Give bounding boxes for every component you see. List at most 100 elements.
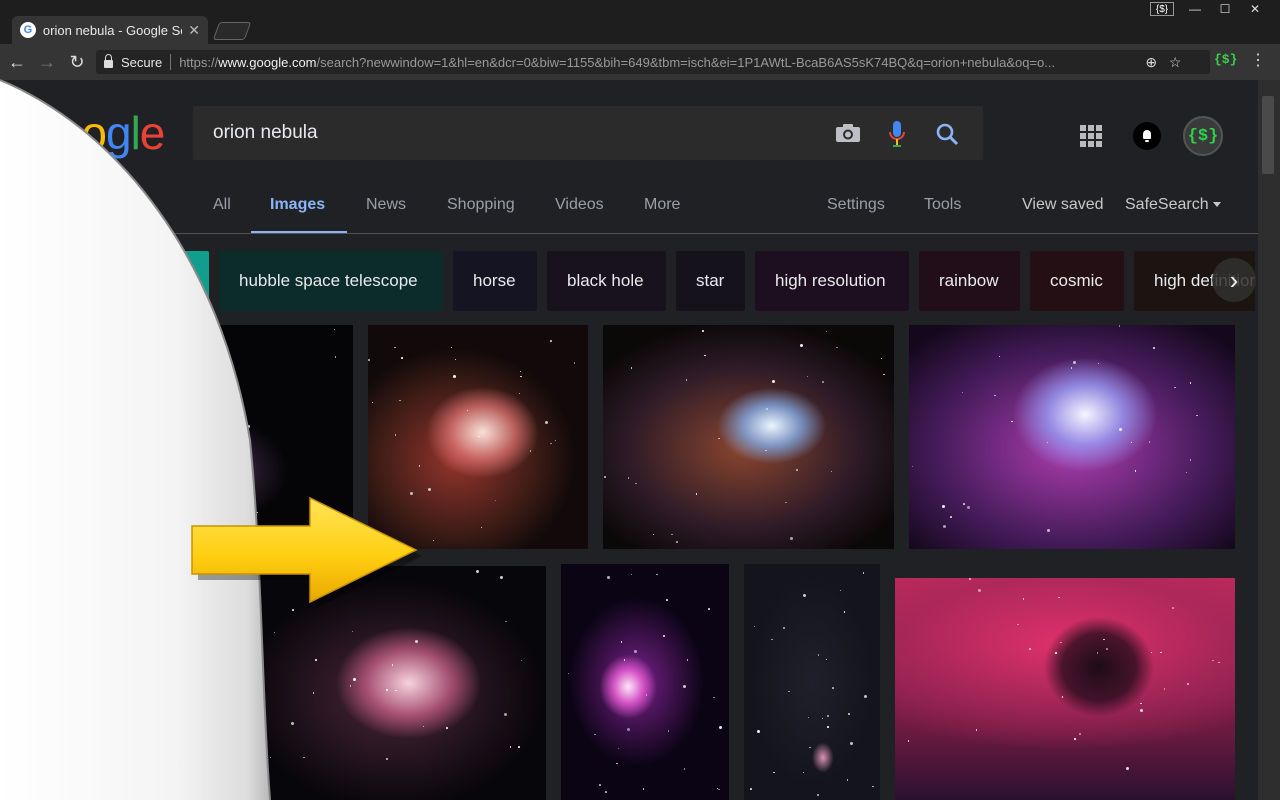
star-dot: [148, 644, 152, 648]
nebula-image-6[interactable]: [241, 566, 546, 800]
minimize-button[interactable]: —: [1180, 0, 1210, 18]
tab-more[interactable]: More: [644, 196, 680, 214]
maximize-button[interactable]: ☐: [1210, 0, 1240, 18]
star-dot: [1060, 641, 1062, 644]
star-dot: [718, 788, 720, 791]
star-dot: [773, 771, 775, 774]
tab-close-icon[interactable]: ✕: [188, 22, 200, 39]
star-dot: [1074, 738, 1076, 740]
address-bar[interactable]: Secure https://www.google.com/search?new…: [96, 50, 1210, 74]
search-input[interactable]: orion nebula: [213, 122, 318, 144]
notifications-bell-icon[interactable]: [1133, 122, 1161, 150]
star-dot: [503, 712, 507, 716]
star-dot: [765, 449, 767, 452]
chip-rainbow[interactable]: rainbow: [919, 251, 1020, 311]
nebula-image-9[interactable]: [895, 578, 1235, 800]
nebula-image-8[interactable]: [744, 564, 880, 800]
tab-shopping[interactable]: Shopping: [447, 196, 515, 214]
nebula-image-4[interactable]: [909, 325, 1235, 549]
back-icon[interactable]: ←: [4, 49, 30, 75]
bookmark-star-icon[interactable]: ☆: [1163, 54, 1187, 71]
star-dot: [961, 391, 964, 394]
chip-dragon[interactable]: dragon: [25, 251, 120, 311]
profile-badge[interactable]: {$}: [1150, 2, 1174, 16]
url-text[interactable]: https://www.google.com/search?newwindow=…: [179, 55, 1139, 70]
tab-images[interactable]: Images: [270, 196, 325, 214]
star-dot: [766, 408, 768, 410]
nebula-image-2[interactable]: [368, 325, 588, 549]
star-dot: [315, 659, 317, 661]
star-dot: [349, 685, 352, 687]
star-dot: [702, 330, 704, 332]
tab-videos[interactable]: Videos: [555, 196, 604, 214]
star-dot: [998, 355, 1001, 358]
star-dot: [686, 659, 689, 661]
reload-icon[interactable]: ↻: [64, 49, 90, 75]
view-saved-link[interactable]: View saved: [1022, 196, 1104, 214]
secure-label: Secure: [121, 54, 163, 70]
chip-cosmic[interactable]: cosmic: [1030, 251, 1124, 311]
scrollbar-thumb[interactable]: [1262, 96, 1274, 174]
star-dot: [667, 730, 670, 732]
browser-tab[interactable]: G orion nebula - Google Se ✕: [12, 16, 208, 44]
chip-high-resolution[interactable]: high resolution: [755, 251, 909, 311]
tab-all[interactable]: All: [213, 196, 231, 214]
safesearch-dropdown[interactable]: SafeSearch: [1125, 196, 1221, 214]
star-dot: [368, 359, 370, 361]
star-dot: [518, 392, 521, 395]
star-dot: [616, 762, 618, 765]
search-box[interactable]: orion nebula: [193, 106, 983, 160]
chip-horse[interactable]: horse: [453, 251, 537, 311]
star-dot: [634, 649, 638, 653]
tools-link[interactable]: Tools: [924, 196, 961, 214]
google-apps-icon[interactable]: [1080, 125, 1102, 147]
settings-link[interactable]: Settings: [827, 196, 885, 214]
account-avatar[interactable]: {$}: [1183, 116, 1223, 156]
star-dot: [113, 729, 117, 733]
star-dot: [1061, 696, 1064, 698]
camera-icon[interactable]: [835, 123, 861, 143]
chevron-right-icon[interactable]: ›: [1212, 258, 1256, 302]
chip-star[interactable]: star: [676, 251, 745, 311]
star-dot: [78, 704, 81, 708]
close-window-button[interactable]: ✕: [1240, 0, 1270, 18]
star-dot: [969, 578, 971, 580]
nebula-image-3[interactable]: [603, 325, 894, 549]
microphone-icon[interactable]: [887, 120, 907, 148]
search-icon[interactable]: [935, 122, 959, 146]
nebula-image-7[interactable]: [561, 564, 729, 800]
star-dot: [1046, 441, 1049, 444]
chip-witch[interactable]: witch: [130, 251, 209, 311]
star-dot: [130, 759, 134, 763]
star-dot: [862, 572, 865, 574]
google-logo[interactable]: Google: [22, 106, 165, 160]
star-dot: [241, 790, 244, 792]
star-dot: [830, 470, 833, 473]
star-dot: [1106, 648, 1108, 650]
star-dot: [1097, 362, 1099, 365]
tab-news[interactable]: News: [366, 196, 406, 214]
zoom-icon[interactable]: ⊕: [1139, 54, 1163, 71]
star-dot: [836, 346, 838, 349]
page-scrollbar[interactable]: [1258, 80, 1280, 800]
new-tab-button[interactable]: [212, 22, 252, 40]
chip-hubble-space-telescope[interactable]: hubble space telescope: [219, 251, 443, 311]
star-dot: [1017, 623, 1019, 626]
nebula-image-5[interactable]: [25, 564, 226, 800]
star-dot: [95, 342, 98, 344]
extension-icon[interactable]: {$}: [1214, 52, 1237, 67]
nebula-image-1[interactable]: [25, 325, 353, 549]
star-dot: [796, 469, 798, 471]
logo-letter: g: [105, 107, 132, 159]
star-dot: [671, 533, 673, 536]
star-dot: [31, 621, 34, 623]
chip-black-hole[interactable]: black hole: [547, 251, 666, 311]
url-scheme: https://: [179, 54, 219, 70]
forward-icon[interactable]: →: [34, 49, 60, 75]
star-dot: [594, 733, 596, 736]
star-dot: [386, 758, 388, 760]
chrome-menu-icon[interactable]: ⋮: [1250, 50, 1266, 70]
star-dot: [71, 701, 74, 704]
star-dot: [753, 625, 756, 628]
star-dot: [645, 694, 648, 696]
